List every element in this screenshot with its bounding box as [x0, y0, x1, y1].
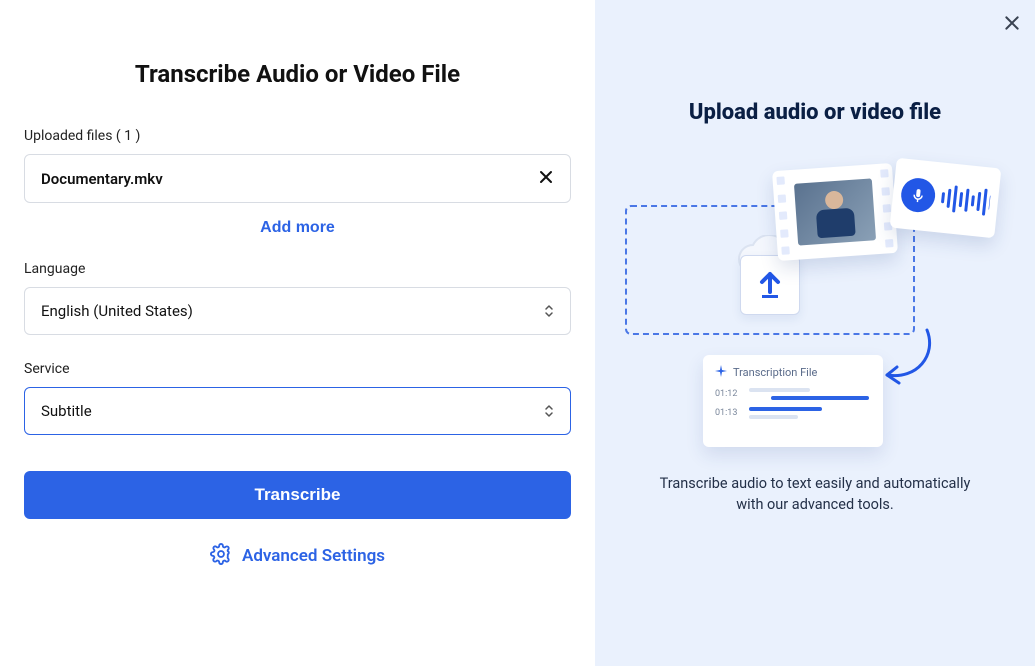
close-dialog-button[interactable]	[1003, 14, 1021, 35]
service-select[interactable]: Subtitle	[24, 387, 571, 435]
microphone-icon	[899, 176, 936, 213]
service-value: Subtitle	[41, 402, 92, 420]
video-thumbnail-card	[772, 163, 898, 261]
language-label: Language	[24, 261, 571, 277]
page-title: Transcribe Audio or Video File	[24, 60, 571, 88]
advanced-settings-row[interactable]: Advanced Settings	[24, 543, 571, 569]
uploaded-file-name: Documentary.mkv	[41, 170, 163, 188]
film-strip-icon	[776, 176, 789, 254]
transcription-card-title-text: Transcription File	[733, 366, 817, 379]
updown-icon	[544, 404, 554, 418]
curved-arrow-icon	[877, 325, 937, 399]
language-value: English (United States)	[41, 302, 193, 320]
transcribe-button[interactable]: Transcribe	[24, 471, 571, 519]
add-more-button[interactable]: Add more	[260, 219, 335, 237]
transcription-line: 01:13	[715, 407, 871, 419]
right-description: Transcribe audio to text easily and auto…	[615, 473, 1015, 515]
uploaded-files-label: Uploaded files ( 1 )	[24, 128, 571, 144]
close-icon	[538, 169, 554, 188]
advanced-settings-label: Advanced Settings	[242, 546, 385, 566]
upload-card-icon	[740, 255, 800, 315]
waveform-icon	[937, 181, 991, 218]
right-panel: Upload audio or video file	[595, 0, 1035, 666]
gear-icon	[210, 543, 232, 569]
audio-card	[890, 158, 1002, 239]
left-panel: Transcribe Audio or Video File Uploaded …	[0, 0, 595, 666]
sparkle-icon	[715, 365, 727, 380]
transcription-card-title: Transcription File	[715, 365, 871, 380]
upload-illustration: Transcription File 01:12 01:13	[625, 155, 1005, 455]
close-icon	[1003, 20, 1021, 35]
transcription-preview-card: Transcription File 01:12 01:13	[703, 355, 883, 447]
right-title: Upload audio or video file	[689, 100, 941, 125]
transcription-line: 01:12	[715, 388, 871, 400]
timestamp: 01:12	[715, 389, 741, 399]
uploaded-file-row: Documentary.mkv	[24, 154, 571, 203]
timestamp: 01:13	[715, 408, 741, 418]
service-label: Service	[24, 361, 571, 377]
video-thumbnail	[794, 178, 876, 245]
remove-file-button[interactable]	[538, 169, 554, 188]
updown-icon	[544, 304, 554, 318]
language-select[interactable]: English (United States)	[24, 287, 571, 335]
